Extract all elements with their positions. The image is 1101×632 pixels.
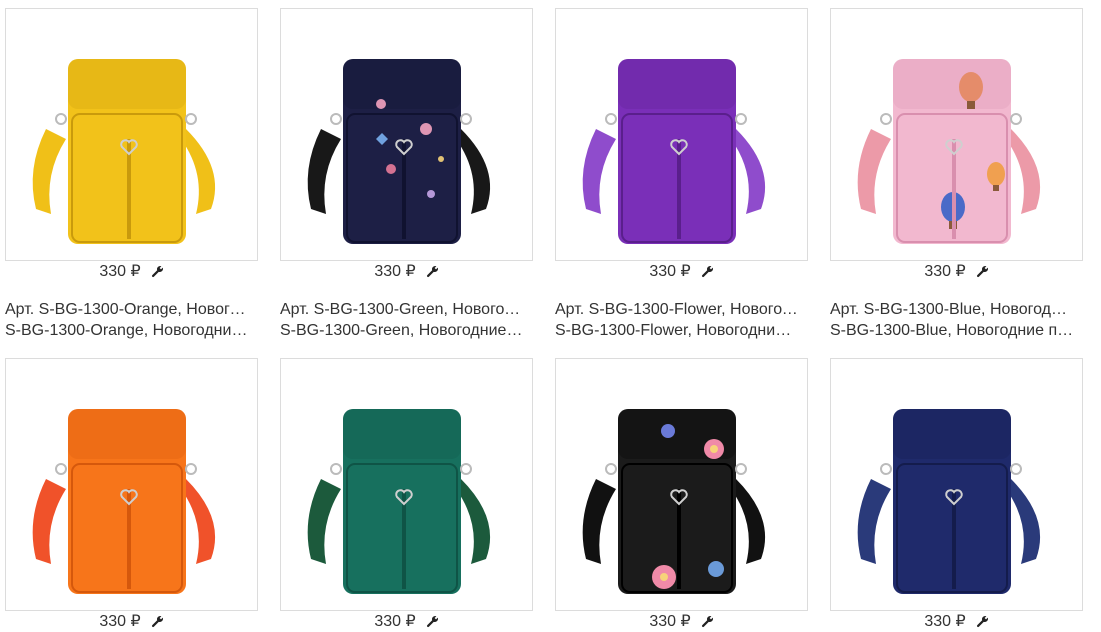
product-title[interactable]: Арт. S-BG-1300-Blue, Новогодние подарки [830,300,1075,320]
product-card: 330 ₽ [830,358,1083,632]
product-card: 330 ₽ Арт. S-BG-1300-Flower, Новогодние … [555,8,808,348]
product-price: 330 ₽ [99,613,141,630]
price-row: 330 ₽ [280,260,533,282]
product-card: 330 ₽ Арт. S-BG-1300-Orange, Новогодние … [5,8,258,348]
product-title[interactable]: Арт. S-BG-1300-Orange, Новогодние подарк… [5,300,250,320]
product-card: 330 ₽ Арт. S-BG-1300-Blue, Новогодние по… [830,8,1083,348]
product-price: 330 ₽ [374,263,416,280]
product-price: 330 ₽ [924,613,966,630]
wrench-icon[interactable] [701,615,714,628]
price-row: 330 ₽ [830,260,1083,282]
bag-illustration [32,59,216,244]
product-card: 330 ₽ [555,358,808,632]
price-row: 330 ₽ [555,610,808,632]
bag-illustration [582,409,766,594]
product-price: 330 ₽ [924,263,966,280]
price-row: 330 ₽ [280,610,533,632]
product-subtitle[interactable]: S-BG-1300-Blue, Новогодние подарки [830,321,1075,341]
product-card: 330 ₽ Арт. S-BG-1300-Green, Новогодние п… [280,8,533,348]
product-title[interactable]: Арт. S-BG-1300-Flower, Новогодние подарк… [555,300,800,320]
product-image-yellow-bag[interactable] [5,8,258,261]
product-price: 330 ₽ [99,263,141,280]
product-card: 330 ₽ [280,358,533,632]
product-price: 330 ₽ [374,613,416,630]
wrench-icon[interactable] [151,615,164,628]
wrench-icon[interactable] [701,265,714,278]
wrench-icon[interactable] [426,615,439,628]
product-price: 330 ₽ [649,613,691,630]
product-price: 330 ₽ [649,263,691,280]
wrench-icon[interactable] [426,265,439,278]
product-image-orange-bag[interactable] [5,358,258,611]
bag-illustration [857,409,1041,594]
product-image-green-bag[interactable] [280,358,533,611]
product-title[interactable]: Арт. S-BG-1300-Green, Новогодние подарки [280,300,525,320]
product-image-navy-bag[interactable] [830,358,1083,611]
wrench-icon[interactable] [976,265,989,278]
product-image-navy-bunny-print-bag[interactable] [280,8,533,261]
price-row: 330 ₽ [5,610,258,632]
bag-illustration [307,409,491,594]
product-subtitle[interactable]: S-BG-1300-Orange, Новогодние подарки [5,321,250,341]
wrench-icon[interactable] [151,265,164,278]
bag-illustration [582,59,766,244]
wrench-icon[interactable] [976,615,989,628]
product-image-purple-bag[interactable] [555,8,808,261]
product-card: 330 ₽ [5,358,258,632]
price-row: 330 ₽ [830,610,1083,632]
product-image-pink-balloon-print-bag[interactable] [830,8,1083,261]
product-subtitle[interactable]: S-BG-1300-Flower, Новогодние подарки [555,321,800,341]
price-row: 330 ₽ [555,260,808,282]
product-image-black-flower-print-bag[interactable] [555,358,808,611]
bag-illustration [32,409,216,594]
bag-illustration [307,59,491,244]
price-row: 330 ₽ [5,260,258,282]
bag-illustration [857,59,1041,244]
product-subtitle[interactable]: S-BG-1300-Green, Новогодние подарки [280,321,525,341]
